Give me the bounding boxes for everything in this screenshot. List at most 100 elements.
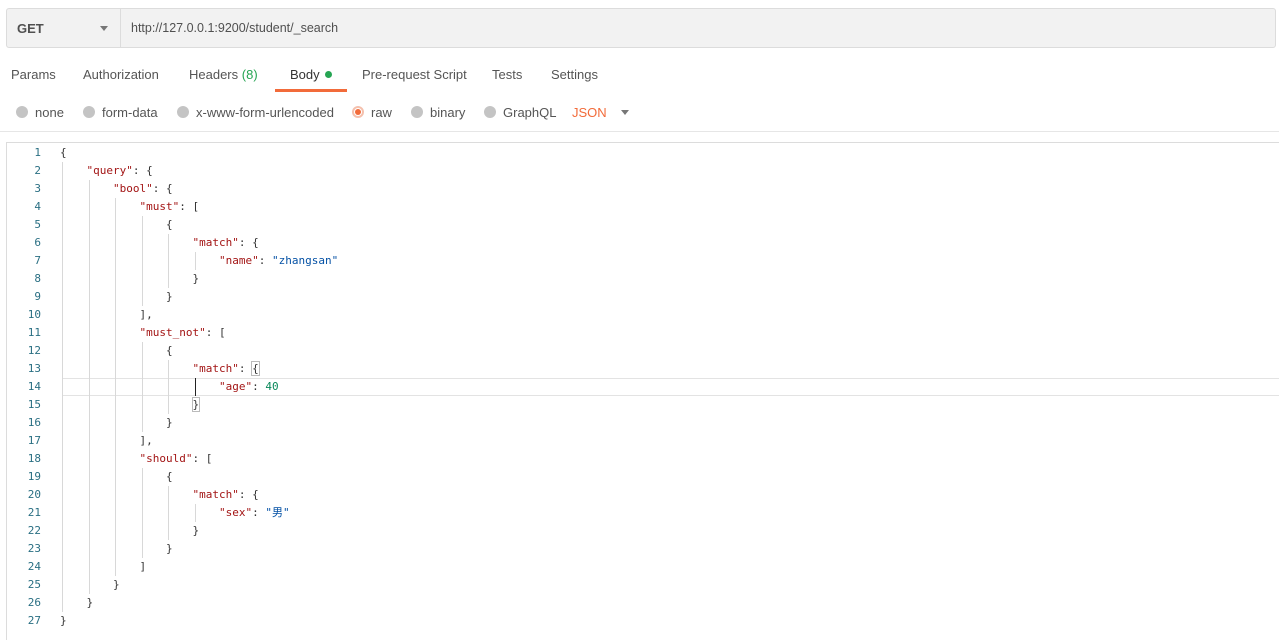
method-label: GET [17, 20, 44, 36]
request-url-bar: GET [6, 8, 1276, 48]
json-key: "query" [86, 164, 133, 177]
tab-label: Settings [551, 67, 598, 82]
tab-settings[interactable]: Settings [551, 60, 598, 90]
code-line: ], [140, 432, 153, 450]
json-punctuation: : { [238, 488, 259, 501]
json-string: "男" [265, 506, 290, 519]
line-number: 10 [27, 308, 41, 321]
line-number: 23 [27, 542, 41, 555]
body-type-graphql[interactable]: GraphQL [484, 101, 556, 123]
tab-label: Params [11, 67, 56, 82]
radio-icon [16, 106, 28, 118]
code-editor[interactable]: 1{2 "query": {3 "bool": {4 "must": [5{6 "mat… [6, 142, 1279, 640]
code-line: "sex": "男" [219, 504, 290, 522]
code-line: "bool": { [113, 180, 173, 198]
line-number: 11 [27, 326, 41, 339]
code-line: { [166, 342, 173, 360]
tab-headers[interactable]: Headers (8) [189, 60, 258, 90]
json-punctuation: : [258, 254, 272, 267]
line-number: 2 [34, 164, 41, 177]
line-number: 14 [27, 380, 41, 393]
tab-pre-request-script[interactable]: Pre-request Script [362, 60, 467, 90]
indent-guide [194, 504, 196, 522]
code-line: ] [140, 558, 147, 576]
code-line: { [60, 144, 67, 162]
tab-tests[interactable]: Tests [492, 60, 522, 90]
body-type-form-data[interactable]: form-data [83, 101, 158, 123]
radio-icon [83, 106, 95, 118]
body-type-selector: none form-data x-www-form-urlencoded raw… [0, 101, 1279, 123]
line-number: 25 [27, 578, 41, 591]
body-type-none[interactable]: none [16, 101, 64, 123]
indent-guide [168, 234, 169, 288]
json-key: "match" [192, 488, 239, 501]
code-line: "match": { [193, 486, 259, 504]
url-input[interactable] [121, 9, 1275, 47]
line-number: 5 [34, 218, 41, 231]
indent-guide [141, 342, 143, 432]
code-line: "must_not": [ [140, 324, 226, 342]
json-key: "match" [192, 362, 239, 375]
code-line: } [60, 612, 67, 630]
code-line: } [193, 270, 200, 288]
code-line: "match": { [192, 360, 260, 378]
json-punctuation: ], [139, 308, 153, 321]
json-punctuation: } [60, 614, 67, 627]
json-punctuation: : [ [192, 452, 213, 465]
tab-label: Pre-request Script [362, 67, 467, 82]
radio-icon [484, 106, 496, 118]
code-line: { [166, 468, 173, 486]
tab-params[interactable]: Params [11, 60, 56, 90]
tab-label: Tests [492, 67, 523, 82]
line-number: 4 [34, 200, 41, 213]
code-line: } [166, 288, 173, 306]
json-punctuation: { [166, 218, 173, 231]
json-punctuation: } [192, 272, 200, 285]
line-number: 8 [34, 272, 41, 285]
json-punctuation: : { [152, 182, 173, 195]
chevron-down-icon [100, 25, 108, 31]
json-key: "must_not" [139, 326, 206, 339]
json-punctuation: : [252, 380, 266, 393]
format-select[interactable]: JSON [572, 101, 629, 123]
body-type-binary[interactable]: binary [411, 101, 465, 123]
json-punctuation: { [166, 344, 173, 357]
body-type-raw[interactable]: raw [352, 101, 392, 123]
dot-icon [324, 71, 332, 78]
tab-body[interactable]: Body [275, 60, 347, 92]
code-line: } [191, 396, 201, 414]
line-number: 9 [34, 290, 41, 303]
json-punctuation: } [166, 416, 173, 429]
line-number: 7 [34, 254, 41, 267]
tab-authorization[interactable]: Authorization [83, 60, 159, 90]
method-select[interactable]: GET [7, 9, 121, 47]
body-type-x-www-form-urlencoded[interactable]: x-www-form-urlencoded [177, 101, 334, 123]
line-number: 17 [27, 434, 41, 447]
code-line: ], [140, 306, 153, 324]
indent-guide [168, 486, 169, 540]
indent-guide [115, 198, 116, 576]
json-punctuation: ] [139, 560, 147, 573]
json-key: "should" [139, 452, 193, 465]
indent-guide [141, 468, 143, 558]
option-label: binary [430, 104, 466, 120]
text-cursor [194, 378, 196, 396]
code-line: } [113, 576, 120, 594]
json-key: "sex" [219, 506, 253, 519]
json-punctuation: : { [132, 164, 153, 177]
code-line: "age": 40 [219, 378, 279, 396]
indent-guide [141, 216, 143, 306]
line-number: 26 [27, 596, 41, 609]
line-number: 3 [34, 182, 41, 195]
line-number: 27 [27, 614, 41, 627]
option-label: raw [371, 104, 392, 120]
code-line: "name": "zhangsan" [219, 252, 338, 270]
code-line: } [166, 540, 173, 558]
code-line: } [87, 594, 94, 612]
json-punctuation: } [113, 578, 120, 591]
json-punctuation: { [166, 470, 173, 483]
tab-label: Headers [189, 67, 239, 82]
json-punctuation: } [86, 596, 94, 609]
line-number: 21 [27, 506, 41, 519]
json-punctuation: : [ [205, 326, 226, 339]
